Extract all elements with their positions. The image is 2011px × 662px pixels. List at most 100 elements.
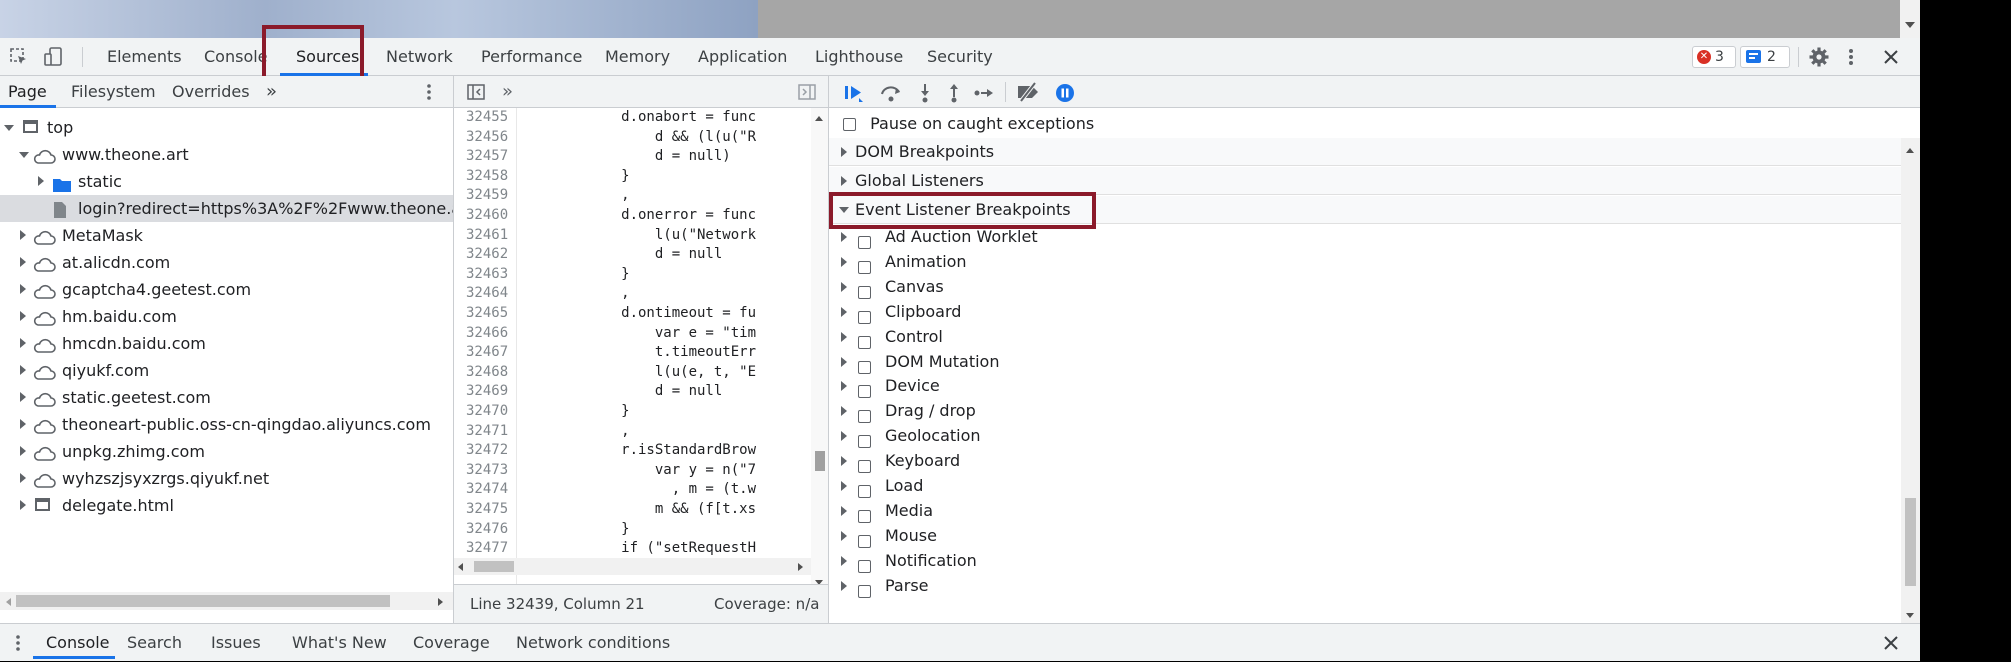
tree-item-domain[interactable]: theoneart-public.oss-cn-qingdao.aliyuncs… (0, 411, 453, 438)
event-category-row[interactable]: Parse (829, 574, 1901, 599)
coverage-status[interactable]: Coverage: n/a (714, 585, 819, 623)
tree-item-domain[interactable]: MetaMask (0, 222, 453, 249)
collapse-arrow-icon[interactable] (841, 147, 847, 157)
event-category-row[interactable]: Ad Auction Worklet (829, 225, 1901, 250)
event-category-row[interactable]: Media (829, 499, 1901, 524)
collapse-arrow-icon[interactable] (20, 500, 26, 510)
step-into-icon[interactable] (918, 83, 932, 107)
event-category-checkbox[interactable] (858, 435, 871, 449)
event-category-checkbox[interactable] (858, 310, 871, 324)
collapse-arrow-icon[interactable] (841, 256, 847, 267)
collapse-arrow-icon[interactable] (841, 406, 847, 417)
event-category-checkbox[interactable] (858, 559, 871, 573)
event-category-row[interactable]: Notification (829, 549, 1901, 574)
collapse-arrow-icon[interactable] (841, 356, 847, 367)
expand-arrow-icon[interactable] (4, 125, 14, 131)
resume-icon[interactable] (843, 83, 865, 107)
tree-item-domain[interactable]: at.alicdn.com (0, 249, 453, 276)
close-devtools-icon[interactable] (1880, 46, 1902, 68)
tree-item-delegate-html[interactable]: delegate.html (0, 492, 453, 519)
scrollbar-thumb[interactable] (815, 451, 825, 471)
tree-item-domain[interactable]: qiyukf.com (0, 357, 453, 384)
page-scrollbar[interactable] (1900, 0, 1920, 38)
expand-arrow-icon[interactable] (19, 152, 29, 158)
collapse-arrow-icon[interactable] (841, 555, 847, 566)
code-editor[interactable]: 32455 d.onabort = func 32456 d && (l(u("R… (454, 108, 828, 588)
pause-on-exceptions-icon[interactable] (1055, 83, 1075, 107)
more-tabs-chevron-icon[interactable]: » (266, 76, 277, 108)
drawer-tab-network-conditions[interactable]: Network conditions (502, 624, 684, 662)
tree-item-domain[interactable]: wyhzszjsyxzrgs.qiyukf.net (0, 465, 453, 492)
message-count-badge[interactable]: 2 (1740, 46, 1790, 68)
collapse-arrow-icon[interactable] (841, 176, 847, 186)
tree-item-top[interactable]: top (0, 114, 453, 141)
drawer-tab-whats-new[interactable]: What's New (278, 624, 401, 662)
collapse-arrow-icon[interactable] (20, 257, 26, 267)
collapse-arrow-icon[interactable] (841, 381, 847, 392)
section-global-listeners[interactable]: Global Listeners (829, 167, 1901, 195)
scroll-down-arrow-icon[interactable] (1905, 22, 1915, 28)
event-category-checkbox[interactable] (858, 485, 871, 498)
event-category-row[interactable]: Animation (829, 250, 1901, 275)
collapse-arrow-icon[interactable] (841, 456, 847, 467)
close-drawer-icon[interactable] (1880, 632, 1902, 654)
more-options-icon[interactable] (1845, 46, 1857, 68)
step-out-icon[interactable] (947, 83, 961, 107)
step-over-icon[interactable] (879, 83, 903, 107)
tab-network[interactable]: Network (370, 38, 469, 76)
tab-elements[interactable]: Elements (91, 38, 198, 76)
tree-item-domain[interactable]: static.geetest.com (0, 384, 453, 411)
event-category-row[interactable]: Clipboard (829, 300, 1901, 325)
scroll-up-arrow-icon[interactable] (1906, 148, 1914, 153)
event-category-row[interactable]: Load (829, 474, 1901, 499)
collapse-arrow-icon[interactable] (841, 530, 847, 541)
tab-filesystem[interactable]: Filesystem (71, 76, 156, 108)
step-icon[interactable] (973, 83, 995, 107)
collapse-arrow-icon[interactable] (841, 481, 847, 491)
navigator-horizontal-scrollbar[interactable] (0, 592, 453, 610)
tab-application[interactable]: Application (682, 38, 803, 76)
pause-on-caught-checkbox[interactable] (843, 118, 856, 131)
event-category-checkbox[interactable] (858, 584, 871, 598)
event-category-row[interactable]: Control (829, 325, 1901, 350)
drawer-menu-icon[interactable] (12, 632, 24, 654)
editor-vertical-scrollbar[interactable] (811, 108, 828, 588)
collapse-arrow-icon[interactable] (38, 176, 44, 186)
debugger-sidebar-scrollbar[interactable] (1901, 138, 1920, 623)
tab-lighthouse[interactable]: Lighthouse (799, 38, 919, 76)
event-category-row[interactable]: Geolocation (829, 424, 1901, 449)
editor-tabs-chevron-icon[interactable]: » (502, 76, 513, 108)
collapse-arrow-icon[interactable] (20, 311, 26, 321)
event-category-checkbox[interactable] (858, 534, 871, 548)
drawer-tab-issues[interactable]: Issues (197, 624, 275, 662)
tab-page[interactable]: Page (8, 76, 47, 108)
event-category-row[interactable]: DOM Mutation (829, 350, 1901, 375)
tree-item-domain[interactable]: gcaptcha4.geetest.com (0, 276, 453, 303)
event-category-row[interactable]: Canvas (829, 275, 1901, 300)
collapse-arrow-icon[interactable] (20, 338, 26, 348)
event-category-checkbox[interactable] (858, 236, 871, 249)
collapse-arrow-icon[interactable] (841, 306, 847, 317)
collapse-arrow-icon[interactable] (20, 392, 26, 402)
event-category-checkbox[interactable] (858, 410, 871, 424)
event-category-checkbox[interactable] (858, 260, 871, 274)
editor-horizontal-scrollbar[interactable] (454, 558, 811, 575)
settings-gear-icon[interactable] (1808, 46, 1830, 68)
deactivate-breakpoints-icon[interactable] (1015, 81, 1043, 106)
pause-on-caught-exceptions[interactable]: Pause on caught exceptions (843, 110, 1094, 138)
collapse-arrow-icon[interactable] (841, 331, 847, 342)
event-category-checkbox[interactable] (858, 335, 871, 349)
tree-item-login-file[interactable]: login?redirect=https%3A%2F%2Fwww.theone.… (0, 195, 453, 222)
event-category-checkbox[interactable] (858, 460, 871, 474)
tree-item-domain[interactable]: unpkg.zhimg.com (0, 438, 453, 465)
collapse-arrow-icon[interactable] (20, 230, 26, 240)
tree-item-domain[interactable]: hm.baidu.com (0, 303, 453, 330)
navigator-menu-icon[interactable] (423, 81, 435, 103)
collapse-arrow-icon[interactable] (20, 446, 26, 456)
scroll-up-arrow-icon[interactable] (815, 116, 823, 121)
event-category-checkbox[interactable] (858, 285, 871, 299)
collapse-arrow-icon[interactable] (20, 473, 26, 483)
event-category-row[interactable]: Keyboard (829, 449, 1901, 474)
collapse-arrow-icon[interactable] (841, 505, 847, 516)
toggle-debugger-icon[interactable] (798, 84, 816, 104)
